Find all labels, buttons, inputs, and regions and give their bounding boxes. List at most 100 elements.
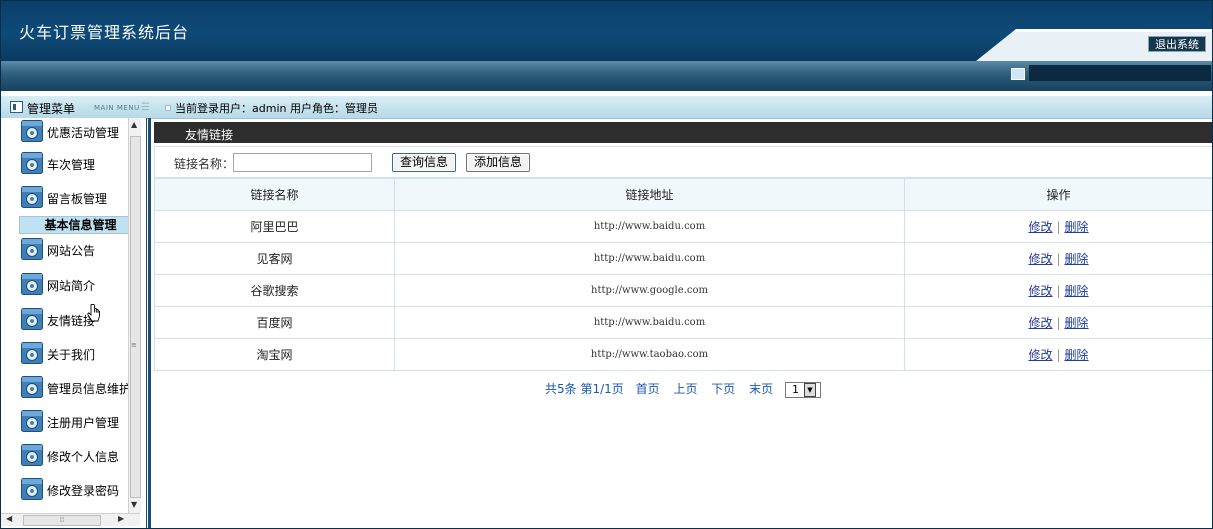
delete-link[interactable]: 删除 (1065, 252, 1089, 266)
scroll-up-arrow-icon[interactable]: ▲ (131, 120, 137, 129)
sidebar-item-friend-links[interactable]: 友情链接 (1, 306, 128, 338)
menu-lines-icon: ☰ (141, 102, 150, 113)
chevron-down-icon: ▼ (803, 382, 816, 397)
bullet-icon (165, 105, 171, 111)
delete-link[interactable]: 删除 (1065, 220, 1089, 234)
edit-link[interactable]: 修改 (1028, 348, 1052, 362)
scroll-right-arrow-icon[interactable]: ▶ (118, 514, 124, 523)
sidebar-item-change-password[interactable]: 修改登录密码 (1, 476, 128, 508)
table-row: 淘宝网 http://www.taobao.com 修改 | 删除 (154, 338, 1212, 371)
link-name-cell: 百度网 (154, 306, 395, 339)
app-title: 火车订票管理系统后台 (19, 23, 190, 42)
info-bar: 管理菜单 MAIN MENU ☰ 当前登录用户：admin 用户角色：管理员 (1, 96, 1212, 119)
last-page-link[interactable]: 末页 (749, 382, 773, 396)
sidebar: 优惠活动管理 车次管理 留言板管理 基本信息管理 网站公告 网站简介 友情链接 … (1, 118, 147, 528)
scroll-left-arrow-icon[interactable]: ◀ (6, 514, 12, 523)
sidebar-item-label: 留言板管理 (47, 192, 108, 206)
actions-cell: 修改 | 删除 (904, 338, 1212, 371)
sidebar-item-label: 修改登录密码 (47, 484, 120, 498)
pagination: 共5条 第1/1页 首页 上页 下页 末页 1 ▼ (154, 380, 1212, 398)
link-url-cell: http://www.google.com (394, 274, 905, 307)
sidebar-item-label: 网站公告 (47, 244, 96, 258)
edit-link[interactable]: 修改 (1028, 316, 1052, 330)
link-name-cell: 阿里巴巴 (154, 210, 395, 243)
sidebar-item-edit-profile[interactable]: 修改个人信息 (1, 442, 128, 474)
scrollbar-thumb[interactable]: ⦙⦙⦙ (23, 515, 101, 526)
link-name-cell: 淘宝网 (154, 338, 395, 371)
edit-link[interactable]: 修改 (1028, 284, 1052, 298)
sidebar-item-messages[interactable]: 留言板管理 (1, 184, 128, 216)
links-table: 链接名称 链接地址 操作 阿里巴巴 http://www.baidu.com 修… (154, 178, 1212, 371)
sidebar-horizontal-scrollbar[interactable]: ◀ ⦙⦙⦙ ▶ (1, 513, 140, 526)
link-url-cell: http://www.taobao.com (394, 338, 905, 371)
sidebar-item-promotions[interactable]: 优惠活动管理 (1, 118, 128, 150)
table-row: 百度网 http://www.baidu.com 修改 | 删除 (154, 306, 1212, 339)
column-header-name: 链接名称 (154, 178, 395, 211)
menu-icon (10, 101, 23, 113)
search-label: 链接名称： (174, 157, 235, 171)
link-name-cell: 见客网 (154, 242, 395, 275)
sidebar-item-label: 车次管理 (47, 158, 96, 172)
action-separator: | (1056, 220, 1061, 234)
link-url-cell: http://www.baidu.com (394, 210, 905, 243)
sidebar-item-label: 优惠活动管理 (47, 126, 120, 140)
monitor-icon (1011, 68, 1025, 80)
sidebar-item-site-intro[interactable]: 网站简介 (1, 271, 128, 303)
sidebar-item-admin-info[interactable]: 管理员信息维护 (1, 374, 128, 406)
sidebar-section-basic-info[interactable]: 基本信息管理 (19, 216, 128, 234)
sidebar-menu: 优惠活动管理 车次管理 留言板管理 基本信息管理 网站公告 网站简介 友情链接 … (1, 118, 128, 513)
delete-link[interactable]: 删除 (1065, 284, 1089, 298)
header-banner: 火车订票管理系统后台 退出系统 (1, 1, 1212, 61)
login-user-info: 当前登录用户：admin 用户角色：管理员 (175, 102, 378, 115)
actions-cell: 修改 | 删除 (904, 210, 1212, 243)
settings-icon (21, 238, 43, 260)
page-select[interactable]: 1 ▼ (784, 381, 821, 398)
settings-icon (21, 410, 43, 432)
prev-page-link[interactable]: 上页 (673, 382, 697, 396)
link-url-cell: http://www.baidu.com (394, 242, 905, 275)
link-url-cell: http://www.baidu.com (394, 306, 905, 339)
edit-link[interactable]: 修改 (1028, 220, 1052, 234)
sidebar-item-announcements[interactable]: 网站公告 (1, 236, 128, 268)
hand-cursor-icon (87, 304, 100, 322)
menu-title-en: MAIN MENU (94, 104, 140, 112)
add-button[interactable]: 添加信息 (466, 153, 531, 172)
actions-cell: 修改 | 删除 (904, 274, 1212, 307)
sidebar-item-label: 管理员信息维护 (47, 382, 128, 396)
sidebar-item-label: 修改个人信息 (47, 450, 120, 464)
action-separator: | (1056, 252, 1061, 266)
sidebar-vertical-scrollbar[interactable]: ▲ ≡ ▼ (128, 118, 141, 513)
settings-icon (21, 342, 43, 364)
settings-icon (21, 444, 43, 466)
scrollbar-thumb[interactable] (130, 136, 141, 498)
delete-link[interactable]: 删除 (1065, 316, 1089, 330)
table-row: 谷歌搜索 http://www.google.com 修改 | 删除 (154, 274, 1212, 307)
scroll-down-arrow-icon[interactable]: ▼ (131, 500, 137, 509)
query-button[interactable]: 查询信息 (392, 153, 457, 172)
edit-link[interactable]: 修改 (1028, 252, 1052, 266)
sidebar-item-registered-users[interactable]: 注册用户管理 (1, 408, 128, 440)
table-row: 见客网 http://www.baidu.com 修改 | 删除 (154, 242, 1212, 275)
settings-icon (21, 376, 43, 398)
settings-icon (21, 152, 43, 174)
link-name-search-input[interactable] (233, 153, 372, 172)
settings-icon (21, 186, 43, 208)
column-header-actions: 操作 (904, 178, 1212, 211)
pagination-summary: 共5条 第1/1页 (545, 382, 624, 396)
app-window: 火车订票管理系统后台 退出系统 管理菜单 MAIN MENU ☰ 当前登录用户：… (0, 0, 1213, 529)
sidebar-item-about-us[interactable]: 关于我们 (1, 340, 128, 372)
sidebar-item-trains[interactable]: 车次管理 (1, 150, 128, 182)
content-divider (148, 118, 151, 528)
first-page-link[interactable]: 首页 (636, 382, 660, 396)
top-toolbar (1, 61, 1212, 91)
next-page-link[interactable]: 下页 (711, 382, 735, 396)
search-form: 链接名称： 查询信息 添加信息 (154, 146, 1212, 178)
settings-icon (21, 273, 43, 295)
page-title: 友情链接 (185, 128, 234, 142)
scrollbar-grip-icon: ≡ (131, 341, 137, 349)
page-select-value: 1 (791, 382, 799, 396)
delete-link[interactable]: 删除 (1065, 348, 1089, 362)
action-separator: | (1056, 348, 1061, 362)
sidebar-item-label: 关于我们 (47, 348, 96, 362)
logout-button[interactable]: 退出系统 (1148, 36, 1206, 52)
